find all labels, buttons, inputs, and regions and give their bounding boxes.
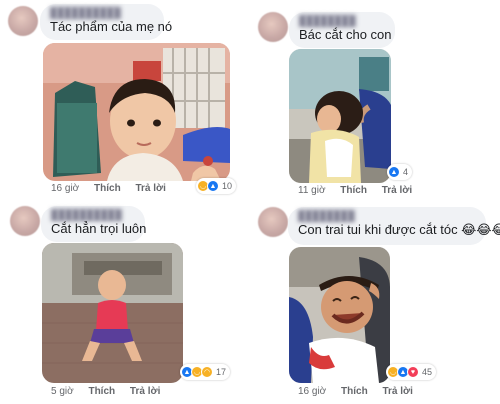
- like-icon: ▲: [388, 166, 400, 178]
- commenter-name-blurred[interactable]: ████████: [298, 211, 476, 222]
- comment-bubble: ██████████ Tác phẩm của mẹ nó: [40, 4, 173, 40]
- comment-bubble: ████████ Bác cắt cho con: [289, 12, 395, 48]
- comment-text: Bác cắt cho con: [299, 27, 392, 42]
- like-icon: ▲: [207, 180, 219, 192]
- comment-photo[interactable]: [43, 43, 230, 181]
- reply-link[interactable]: Trả lời: [382, 185, 412, 196]
- reaction-count: 45: [422, 367, 433, 377]
- comment-text: Cắt hẳn trọi luôn: [51, 221, 147, 236]
- reply-link[interactable]: Trả lời: [382, 386, 412, 397]
- comment-text: Con trai tui khi được cắt tóc 😂😂😂: [298, 222, 500, 237]
- like-link[interactable]: Thích: [341, 386, 368, 397]
- reaction-summary[interactable]: ◡ ▲ ♥ 45: [386, 364, 437, 380]
- reply-link[interactable]: Trả lời: [135, 183, 165, 194]
- comment-photo[interactable]: [289, 49, 391, 183]
- comment-actions: 16 giờ Thích Trả lời: [298, 386, 425, 397]
- comment-text: Tác phẩm của mẹ nó: [50, 19, 173, 34]
- like-link[interactable]: Thích: [88, 386, 115, 397]
- comment-time[interactable]: 5 giờ: [51, 386, 74, 397]
- like-link[interactable]: Thích: [340, 185, 367, 196]
- avatar[interactable]: [258, 207, 288, 237]
- avatar[interactable]: [8, 6, 38, 36]
- reaction-summary[interactable]: ▲ 4: [387, 164, 413, 180]
- commenter-name-blurred[interactable]: ██████████: [50, 8, 154, 19]
- comment-actions: 5 giờ Thích Trả lời: [51, 386, 172, 397]
- commenter-name-blurred[interactable]: ████████: [299, 16, 385, 27]
- love-icon: ♥: [407, 366, 419, 378]
- reaction-count: 4: [403, 167, 409, 177]
- reaction-summary[interactable]: ▲ ◡ ◠ 17: [180, 364, 231, 380]
- like-link[interactable]: Thích: [94, 183, 121, 194]
- comment-actions: 16 giờ Thích Trả lời: [51, 183, 178, 194]
- comment-photo[interactable]: [289, 247, 390, 383]
- comment-time[interactable]: 16 giờ: [51, 183, 79, 194]
- reaction-count: 17: [216, 367, 227, 377]
- avatar[interactable]: [258, 12, 288, 42]
- comment-bubble: ██████████ Cắt hẳn trọi luôn: [41, 206, 147, 242]
- comment-actions: 11 giờ Thích Trả lời: [298, 185, 424, 196]
- reaction-summary[interactable]: ◡ ▲ 10: [196, 178, 237, 194]
- comment-time[interactable]: 11 giờ: [298, 185, 326, 196]
- comment-time[interactable]: 16 giờ: [298, 386, 326, 397]
- reply-link[interactable]: Trả lời: [130, 386, 160, 397]
- sad-icon: ◠: [201, 366, 213, 378]
- reaction-count: 10: [222, 181, 233, 191]
- avatar[interactable]: [10, 206, 40, 236]
- comment-bubble: ████████ Con trai tui khi được cắt tóc 😂…: [288, 207, 500, 245]
- commenter-name-blurred[interactable]: ██████████: [51, 210, 135, 221]
- comment-photo[interactable]: [42, 243, 183, 383]
